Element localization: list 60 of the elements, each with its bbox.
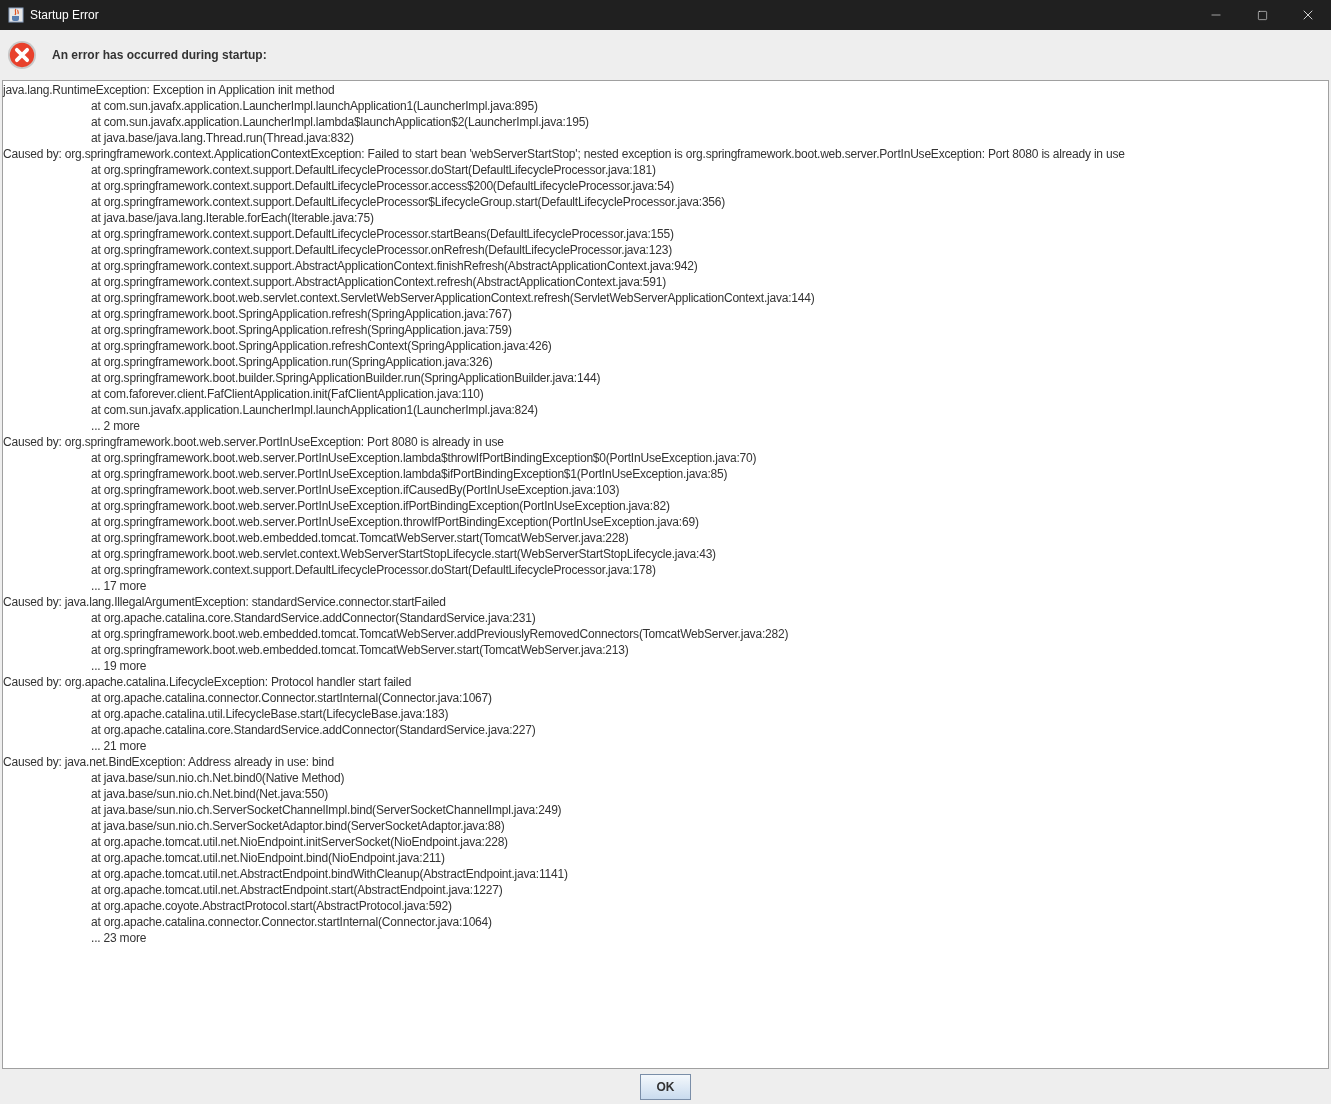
stack-trace-line: at org.springframework.boot.SpringApplication.run(SpringApplication.java:326) <box>90 354 494 370</box>
stack-trace-line: at org.springframework.context.support.DefaultLifecycleProcessor.startBeans(DefaultLifecycleProcessor.java:155) <box>90 226 675 242</box>
stack-trace-line: at java.base/sun.nio.ch.Net.bind0(Native Method) <box>90 770 346 786</box>
stack-trace-line: at com.sun.javafx.application.LauncherImpl.lambda$launchApplication$2(LauncherImpl.java:195) <box>90 114 590 130</box>
stack-trace-line: at org.springframework.boot.web.embedded.tomcat.TomcatWebServer.addPreviouslyRemovedConnectors(TomcatWebServer.java:282) <box>90 626 790 642</box>
stack-trace-line: at org.apache.coyote.AbstractProtocol.start(AbstractProtocol.java:592) <box>90 898 453 914</box>
stack-trace-line: at org.springframework.context.support.DefaultLifecycleProcessor.doStart(DefaultLifecycleProcessor.java:181) <box>90 162 657 178</box>
stack-trace-line: at org.apache.tomcat.util.net.NioEndpoint.bind(NioEndpoint.java:211) <box>90 850 446 866</box>
stack-trace-line: Caused by: java.lang.IllegalArgumentException: standardService.connector.startFailed <box>3 594 447 610</box>
stack-trace-line: at org.springframework.boot.web.server.PortInUseException.lambda$throwIfPortBindingException$0(PortInUseException.java:70) <box>90 450 758 466</box>
stack-trace-line: at org.springframework.boot.web.server.PortInUseException.throwIfPortBindingException(PortInUseException.java:69) <box>90 514 700 530</box>
stack-trace-line: at org.springframework.context.support.DefaultLifecycleProcessor$LifecycleGroup.start(DefaultLifecycleProcessor.java:356) <box>90 194 727 210</box>
stack-trace-line: at org.springframework.boot.SpringApplication.refresh(SpringApplication.java:767) <box>90 306 513 322</box>
error-message: An error has occurred during startup: <box>52 47 267 64</box>
stack-trace-line: at org.apache.catalina.core.StandardService.addConnector(StandardService.java:227) <box>90 722 537 738</box>
stack-trace-line: at org.springframework.context.support.DefaultLifecycleProcessor.doStart(DefaultLifecycleProcessor.java:178) <box>90 562 657 578</box>
coffee-cup-icon <box>8 7 24 23</box>
stack-trace-line: at org.apache.tomcat.util.net.NioEndpoint.initServerSocket(NioEndpoint.java:228) <box>90 834 509 850</box>
stack-trace-line: at org.springframework.boot.web.server.PortInUseException.lambda$ifPortBindingException$1(PortInUseException.java:85) <box>90 466 729 482</box>
stack-trace-line: at com.faforever.client.FafClientApplication.init(FafClientApplication.java:110) <box>90 386 485 402</box>
stack-trace-line: at java.base/java.lang.Thread.run(Thread.java:832) <box>90 130 355 146</box>
stack-trace-line: java.lang.RuntimeException: Exception in Application init method <box>3 82 336 98</box>
stack-trace-line: at com.sun.javafx.application.LauncherImpl.launchApplication1(LauncherImpl.java:824) <box>90 402 539 418</box>
stack-trace-line: at java.base/sun.nio.ch.Net.bind(Net.java:550) <box>90 786 329 802</box>
stack-trace-line: at org.springframework.boot.builder.SpringApplicationBuilder.run(SpringApplicationBuilder.java:144) <box>90 370 602 386</box>
stack-trace-line: ... 17 more <box>90 578 148 594</box>
stack-trace-line: at com.sun.javafx.application.LauncherImpl.launchApplication1(LauncherImpl.java:895) <box>90 98 539 114</box>
stack-trace-line: at org.springframework.context.support.DefaultLifecycleProcessor.onRefresh(DefaultLifecycleProcessor.java:123) <box>90 242 673 258</box>
stack-trace-line: at org.apache.tomcat.util.net.AbstractEndpoint.bindWithCleanup(AbstractEndpoint.java:1141) <box>90 866 569 882</box>
stack-trace-line: at org.springframework.boot.web.embedded.tomcat.TomcatWebServer.start(TomcatWebServer.java:213) <box>90 642 630 658</box>
stack-trace-line: ... 19 more <box>90 658 148 674</box>
stack-trace-line: at org.springframework.boot.web.server.PortInUseException.ifPortBindingException(PortInUseException.java:82) <box>90 498 671 514</box>
stack-trace-line: Caused by: org.apache.catalina.LifecycleException: Protocol handler start failed <box>3 674 413 690</box>
stack-trace-line: at java.base/sun.nio.ch.ServerSocketChannelImpl.bind(ServerSocketChannelImpl.java:249) <box>90 802 563 818</box>
stack-trace-line: ... 2 more <box>90 418 141 434</box>
window-title: Startup Error <box>30 7 99 24</box>
stack-trace-line: at org.springframework.boot.SpringApplication.refresh(SpringApplication.java:759) <box>90 322 513 338</box>
stack-trace-line: at org.springframework.boot.web.embedded.tomcat.TomcatWebServer.start(TomcatWebServer.java:228) <box>90 530 630 546</box>
stack-trace-line: Caused by: java.net.BindException: Address already in use: bind <box>3 754 335 770</box>
stack-trace-line: at org.apache.catalina.util.LifecycleBase.start(LifecycleBase.java:183) <box>90 706 450 722</box>
ok-button[interactable]: OK <box>640 1073 691 1100</box>
stack-trace-line: at org.springframework.context.support.AbstractApplicationContext.finishRefresh(AbstractApplicationContext.java:942) <box>90 258 699 274</box>
stack-trace-line: Caused by: org.springframework.boot.web.server.PortInUseException: Port 8080 is already in use <box>3 434 505 450</box>
stack-trace-line: at org.springframework.context.support.AbstractApplicationContext.refresh(AbstractApplicationContext.java:591) <box>90 274 667 290</box>
maximize-icon <box>1256 9 1268 21</box>
stack-trace-line: at org.springframework.boot.web.servlet.context.WebServerStartStopLifecycle.start(WebServerStartStopLifecycle.java:43) <box>90 546 717 562</box>
stack-trace-line: ... 21 more <box>90 738 148 754</box>
stack-trace-line: at org.springframework.boot.SpringApplication.refreshContext(SpringApplication.java:426) <box>90 338 553 354</box>
stack-trace-line: at java.base/sun.nio.ch.ServerSocketAdaptor.bind(ServerSocketAdaptor.java:88) <box>90 818 506 834</box>
stack-trace-line: at org.apache.catalina.core.StandardService.addConnector(StandardService.java:231) <box>90 610 537 626</box>
stack-trace-line: at org.apache.catalina.connector.Connector.startInternal(Connector.java:1067) <box>90 690 493 706</box>
stack-trace-line: at java.base/java.lang.Iterable.forEach(Iterable.java:75) <box>90 210 375 226</box>
stack-trace-line: at org.apache.catalina.connector.Connector.startInternal(Connector.java:1064) <box>90 914 493 930</box>
stack-trace-line: ... 23 more <box>90 930 148 946</box>
stack-trace-line: Caused by: org.springframework.context.ApplicationContextException: Failed to start bean 'webServerStartStop'; nested exception is org.springframework.boot.web.server.PortInUseException: Port 8080 is already in use <box>3 146 1126 162</box>
stack-trace-line: at org.springframework.boot.web.server.PortInUseException.ifCausedBy(PortInUseException.java:103) <box>90 482 621 498</box>
stack-trace-line: at org.springframework.boot.web.servlet.context.ServletWebServerApplicationContext.refresh(ServletWebServerApplicationContext.java:144) <box>90 290 816 306</box>
stack-trace-line: at org.apache.tomcat.util.net.AbstractEndpoint.start(AbstractEndpoint.java:1227) <box>90 882 504 898</box>
error-icon <box>7 40 37 70</box>
stack-trace-line: at org.springframework.context.support.DefaultLifecycleProcessor.access$200(DefaultLifecycleProcessor.java:54) <box>90 178 675 194</box>
